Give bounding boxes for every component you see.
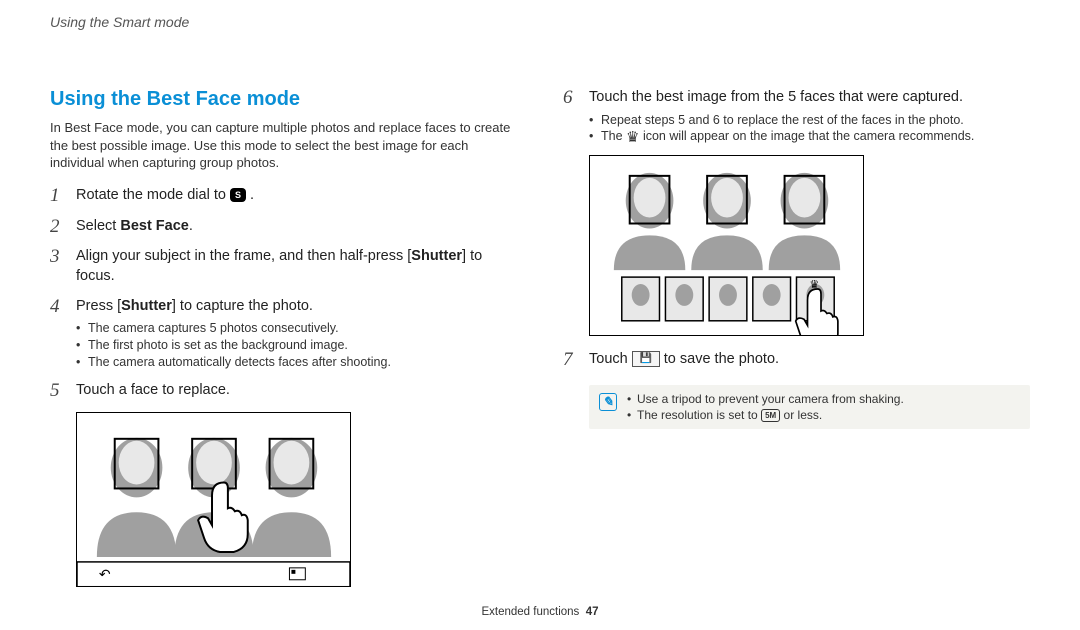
step-number: 1 [50,186,76,207]
step-7-a: Touch [589,351,632,367]
step-5: Touch a face to replace. [76,381,517,402]
step-4-sub1: The camera captures 5 photos consecutive… [76,320,517,337]
step-4-sub3: The camera automatically detects faces a… [76,354,517,371]
section-title: Using the Best Face mode [50,88,517,111]
note-2: The resolution is set to 5M or less. [627,407,1020,423]
step-2: Select Best Face. [76,217,517,238]
step-4-sublist: The camera captures 5 photos consecutive… [76,320,517,371]
step-1-text-pre: Rotate the mode dial to [76,187,230,203]
step-6-sub2-a: The [601,129,626,143]
step-number: 5 [50,381,76,402]
screenshot-touch-face: ↶ [76,412,351,588]
step-4-sub2: The first photo is set as the background… [76,337,517,354]
footer-section: Extended functions [481,606,579,618]
page-footer: Extended functions 47 [0,606,1080,618]
step-3-a: Align your subject in the frame, and the… [76,248,411,264]
step-6-sub2: The ♛ icon will appear on the image that… [589,128,1030,145]
step-7: Touch 💾 to save the photo. [589,350,1030,371]
steps-list-right-2: 7 Touch 💾 to save the photo. [563,350,1030,371]
note-1: Use a tripod to prevent your camera from… [627,391,1020,407]
step-number: 6 [563,88,589,145]
step-7-b: to save the photo. [660,351,779,367]
note-list: Use a tripod to prevent your camera from… [627,391,1020,423]
step-1-text-post: . [250,187,254,203]
step-2-pre: Select [76,218,120,234]
step-4-shutter: Shutter [121,298,172,314]
step-1: Rotate the mode dial to S . [76,186,517,207]
note-box: ✎ Use a tripod to prevent your camera fr… [589,385,1030,429]
mode-dial-s-icon: S [230,188,246,202]
steps-list-left: 1 Rotate the mode dial to S . 2 Select B… [50,186,517,402]
step-3: Align your subject in the frame, and the… [76,247,517,286]
crown-icon: ♛ [626,130,639,145]
step-4-a: Press [ [76,298,121,314]
footer-page-number: 47 [586,606,599,618]
screenshot-select-best-face: ♛ [589,155,864,336]
step-2-post: . [189,218,193,234]
note-icon: ✎ [599,393,617,411]
step-6-sub2-b: icon will appear on the image that the c… [639,129,974,143]
step-6-sublist: Repeat steps 5 and 6 to replace the rest… [589,112,1030,146]
step-number: 3 [50,247,76,286]
note-2-a: The resolution is set to [637,408,761,422]
note-2-b: or less. [780,408,822,422]
step-number: 4 [50,297,76,371]
intro-paragraph: In Best Face mode, you can capture multi… [50,119,517,172]
left-column: Using the Best Face mode In Best Face mo… [50,88,517,587]
two-column-layout: Using the Best Face mode In Best Face mo… [50,88,1030,587]
save-icon: 💾 [632,351,660,367]
step-4-c: ] to capture the photo. [172,298,313,314]
right-column: 6 Touch the best image from the 5 faces … [563,88,1030,587]
step-6: Touch the best image from the 5 faces th… [589,88,1030,145]
steps-list-right: 6 Touch the best image from the 5 faces … [563,88,1030,145]
step-number: 7 [563,350,589,371]
step-2-bold: Best Face [120,218,189,234]
step-4: Press [Shutter] to capture the photo. Th… [76,297,517,371]
breadcrumb: Using the Smart mode [50,14,189,30]
step-6-sub1: Repeat steps 5 and 6 to replace the rest… [589,112,1030,129]
step-3-shutter: Shutter [411,248,462,264]
resolution-5m-icon: 5M [761,409,780,422]
step-number: 2 [50,217,76,238]
step-6-text: Touch the best image from the 5 faces th… [589,89,963,105]
svg-text:↶: ↶ [99,565,111,581]
